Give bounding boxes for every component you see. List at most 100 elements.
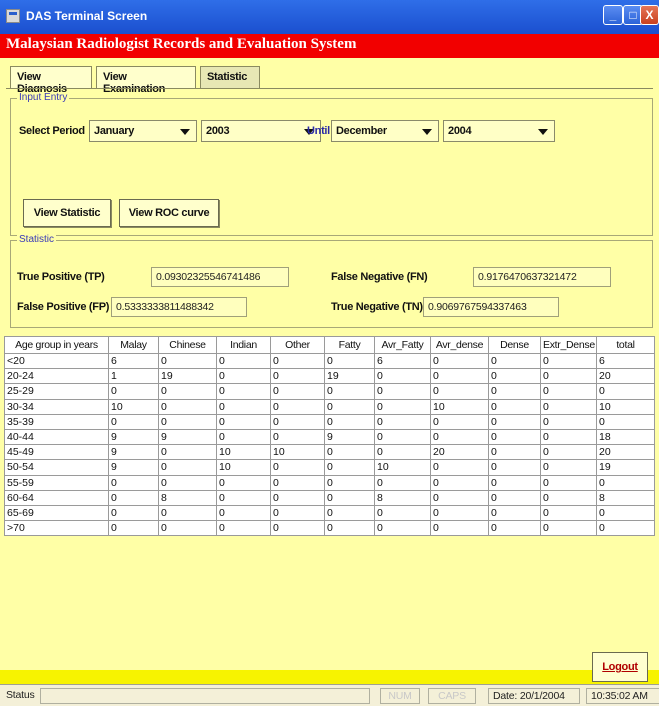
table-cell: 0: [158, 413, 217, 430]
table-row[interactable]: 40-44 9 9 0 0 9 0 0 0 0 18: [4, 428, 655, 446]
from-month-select[interactable]: January: [89, 120, 197, 142]
table-row[interactable]: 35-39 0 0 0 0 0 0 0 0 0 0: [4, 413, 655, 430]
age-group-cell: <20: [4, 352, 109, 370]
table-row[interactable]: 45-49 9 0 10 10 0 0 20 0 0 20: [4, 444, 655, 461]
table-cell: 0: [430, 428, 489, 446]
col-header[interactable]: Other: [270, 336, 325, 354]
table-cell: 0: [488, 368, 541, 385]
table-cell: 0: [270, 352, 325, 370]
table-cell: 0: [540, 520, 597, 537]
table-cell: 0: [216, 398, 271, 415]
table-cell: 0: [216, 383, 271, 400]
table-cell: 0: [430, 520, 489, 537]
table-cell: 0: [540, 383, 597, 400]
table-cell: 0: [596, 504, 655, 522]
col-header[interactable]: Avr_dense: [430, 336, 489, 354]
date-display: Date: 20/1/2004: [488, 688, 580, 704]
fp-label: False Positive (FP): [17, 301, 110, 313]
table-row[interactable]: >70 0 0 0 0 0 0 0 0 0 0: [4, 520, 655, 537]
input-entry-legend: Input Entry: [17, 92, 70, 103]
table-cell: 9: [108, 428, 159, 446]
view-roc-curve-button[interactable]: View ROC curve: [119, 199, 219, 227]
status-message-field: [40, 688, 370, 704]
table-cell: 0: [270, 489, 325, 506]
app-icon: [6, 9, 20, 23]
table-cell: 0: [270, 520, 325, 537]
tab-view-diagnosis[interactable]: View Diagnosis: [10, 66, 92, 95]
table-cell: 0: [324, 413, 375, 430]
tn-label: True Negative (TN): [331, 301, 423, 313]
table-cell: 0: [270, 459, 325, 476]
table-cell: 0: [540, 428, 597, 446]
input-entry-group: Input Entry Select Period January 2003 U…: [10, 92, 653, 236]
table-cell: 0: [324, 398, 375, 415]
table-cell: 10: [108, 398, 159, 415]
age-group-cell: 30-34: [4, 398, 109, 415]
table-cell: 0: [540, 459, 597, 476]
col-header[interactable]: Age group in years: [4, 336, 109, 354]
table-row[interactable]: 65-69 0 0 0 0 0 0 0 0 0 0: [4, 504, 655, 522]
table-cell: 0: [158, 459, 217, 476]
table-cell: 0: [158, 398, 217, 415]
table-cell: 0: [270, 474, 325, 491]
table-row[interactable]: 55-59 0 0 0 0 0 0 0 0 0 0: [4, 474, 655, 491]
table-cell: 0: [324, 383, 375, 400]
table-cell: 0: [158, 444, 217, 461]
close-button[interactable]: X: [640, 5, 659, 25]
table-cell: 0: [430, 352, 489, 370]
col-header[interactable]: Fatty: [324, 336, 375, 354]
table-row[interactable]: 50-54 9 0 10 0 0 10 0 0 0 19: [4, 459, 655, 476]
table-cell: 6: [108, 352, 159, 370]
table-cell: 19: [158, 368, 217, 385]
table-cell: 19: [596, 459, 655, 476]
col-header[interactable]: Malay: [108, 336, 159, 354]
to-year-select[interactable]: 2004: [443, 120, 555, 142]
table-cell: 9: [324, 428, 375, 446]
table-row[interactable]: 25-29 0 0 0 0 0 0 0 0 0 0: [4, 383, 655, 400]
bottom-bar: [0, 670, 659, 684]
minimize-button[interactable]: _: [603, 5, 623, 25]
col-header[interactable]: Chinese: [158, 336, 217, 354]
table-cell: 0: [374, 413, 431, 430]
table-cell: 10: [270, 444, 325, 461]
tp-label: True Positive (TP): [17, 271, 105, 283]
col-header[interactable]: Indian: [216, 336, 271, 354]
table-cell: 19: [324, 368, 375, 385]
col-header[interactable]: Extr_Dense: [540, 336, 597, 354]
table-cell: 0: [430, 383, 489, 400]
from-year-select[interactable]: 2003: [201, 120, 321, 142]
age-group-table[interactable]: Age group in years Malay Chinese Indian …: [4, 336, 655, 537]
until-label: Until: [307, 125, 330, 137]
from-month-value: January: [94, 125, 135, 137]
tn-value-field[interactable]: 0.9069767594337463: [423, 297, 559, 317]
fn-value-field[interactable]: 0.9176470637321472: [473, 267, 611, 287]
col-header[interactable]: Avr_Fatty: [374, 336, 431, 354]
table-cell: 0: [540, 368, 597, 385]
age-group-cell: 25-29: [4, 383, 109, 400]
tab-statistic[interactable]: Statistic: [200, 66, 260, 88]
to-month-select[interactable]: December: [331, 120, 439, 142]
col-header[interactable]: Dense: [488, 336, 541, 354]
table-cell: 0: [488, 520, 541, 537]
table-cell: 0: [216, 489, 271, 506]
logout-button[interactable]: Logout: [592, 652, 648, 682]
col-header[interactable]: total: [596, 336, 655, 354]
table-row[interactable]: 60-64 0 8 0 0 0 8 0 0 0 8: [4, 489, 655, 506]
table-row[interactable]: 30-34 10 0 0 0 0 0 10 0 0 10: [4, 398, 655, 415]
table-cell: 0: [430, 504, 489, 522]
fp-value-field[interactable]: 0.5333333811488342: [111, 297, 247, 317]
table-cell: 10: [216, 444, 271, 461]
table-cell: 0: [108, 383, 159, 400]
age-group-cell: 60-64: [4, 489, 109, 506]
window-title: DAS Terminal Screen: [26, 9, 148, 23]
table-row[interactable]: <20 6 0 0 0 0 6 0 0 0 6: [4, 352, 655, 370]
table-cell: 0: [540, 352, 597, 370]
tab-view-examination[interactable]: View Examination: [96, 66, 196, 95]
table-cell: 1: [108, 368, 159, 385]
table-cell: 6: [374, 352, 431, 370]
view-statistic-button[interactable]: View Statistic: [23, 199, 111, 227]
tp-value-field[interactable]: 0.09302325546741486: [151, 267, 289, 287]
statistic-legend: Statistic: [17, 234, 57, 245]
window-titlebar[interactable]: DAS Terminal Screen _ □ X: [0, 0, 659, 34]
table-row[interactable]: 20-24 1 19 0 0 19 0 0 0 0 20: [4, 368, 655, 385]
